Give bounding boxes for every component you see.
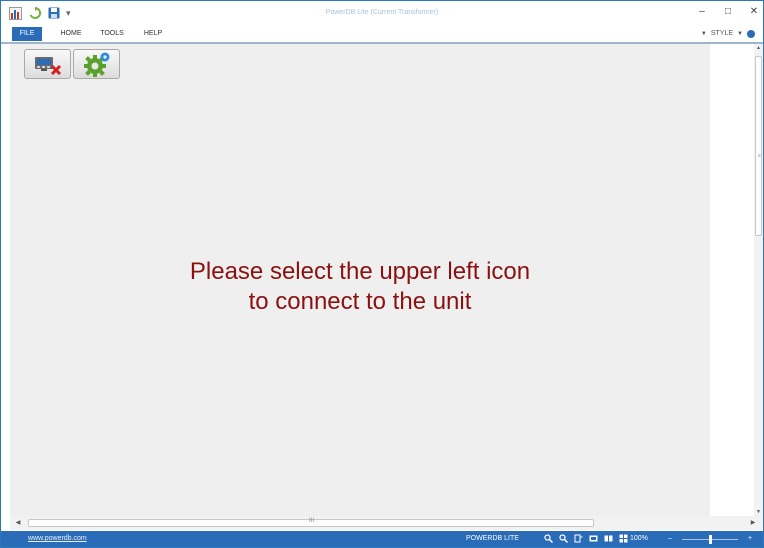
vertical-scrollbar[interactable]: ▲ ≡ ▼	[754, 44, 763, 516]
multi-page-icon[interactable]	[619, 534, 628, 543]
app-name-label: POWERDB LITE	[466, 535, 519, 542]
single-page-icon[interactable]	[589, 534, 598, 543]
zoom-slider-handle[interactable]	[709, 535, 712, 544]
ribbon-tabs: FILE HOME TOOLS HELP ▼ STYLE ▼	[1, 26, 763, 42]
website-link[interactable]: www.powerdb.com	[28, 531, 87, 547]
help-icon[interactable]	[747, 30, 755, 38]
app-window: ▾ PowerDB Lite (Current Transformer) – □…	[0, 0, 764, 548]
dropdown-arrow-icon: ▼	[737, 31, 743, 37]
two-page-icon[interactable]	[604, 534, 613, 543]
main-panel: Please select the upper left icon to con…	[10, 44, 710, 516]
tab-home[interactable]: HOME	[54, 27, 88, 41]
window-controls: – □ ✕	[697, 5, 759, 19]
settings-button[interactable]	[73, 49, 120, 79]
message-line-2: to connect to the unit	[248, 288, 472, 315]
horizontal-scrollbar[interactable]: ◀ III ▶	[10, 516, 763, 530]
zoom-out-icon[interactable]	[559, 534, 568, 543]
zoom-in-icon[interactable]	[544, 534, 553, 543]
horizontal-scroll-thumb[interactable]: III	[28, 518, 594, 527]
connect-instruction-message: Please select the upper left icon to con…	[10, 257, 710, 317]
tab-file[interactable]: FILE	[12, 27, 42, 41]
scroll-left-icon[interactable]: ◀	[14, 519, 22, 527]
fit-page-icon[interactable]	[574, 534, 583, 543]
message-line-1: Please select the upper left icon	[189, 258, 531, 285]
window-title: PowerDB Lite (Current Transformer)	[325, 9, 439, 16]
vertical-scroll-thumb[interactable]: ≡	[755, 56, 762, 236]
zoom-in-button[interactable]: +	[748, 531, 752, 547]
side-pane	[710, 44, 754, 516]
grip-icon: ≡	[758, 153, 761, 159]
zoom-out-button[interactable]: –	[668, 531, 672, 547]
scroll-down-icon[interactable]: ▼	[754, 508, 763, 516]
minimize-button[interactable]: –	[697, 5, 707, 19]
connect-instrument-icon	[34, 57, 61, 75]
scroll-up-icon[interactable]: ▲	[754, 44, 763, 52]
close-button[interactable]: ✕	[749, 5, 759, 19]
style-menu[interactable]: ▼ STYLE ▼	[701, 27, 755, 41]
tab-tools[interactable]: TOOLS	[93, 27, 131, 41]
settings-gear-icon	[83, 52, 109, 77]
zoom-level: 100%	[630, 535, 648, 542]
connect-button[interactable]	[24, 49, 71, 79]
style-label: STYLE	[710, 30, 734, 37]
title-bar: ▾ PowerDB Lite (Current Transformer) – □…	[1, 1, 763, 26]
scroll-right-icon[interactable]: ▶	[749, 519, 757, 527]
tab-help[interactable]: HELP	[138, 27, 168, 41]
status-bar: www.powerdb.com POWERDB LITE 100% – +	[1, 531, 763, 547]
chevron-down-icon: ▼	[700, 31, 707, 37]
maximize-button[interactable]: □	[723, 5, 733, 19]
status-tools	[544, 534, 628, 543]
grip-icon: III	[309, 518, 315, 524]
